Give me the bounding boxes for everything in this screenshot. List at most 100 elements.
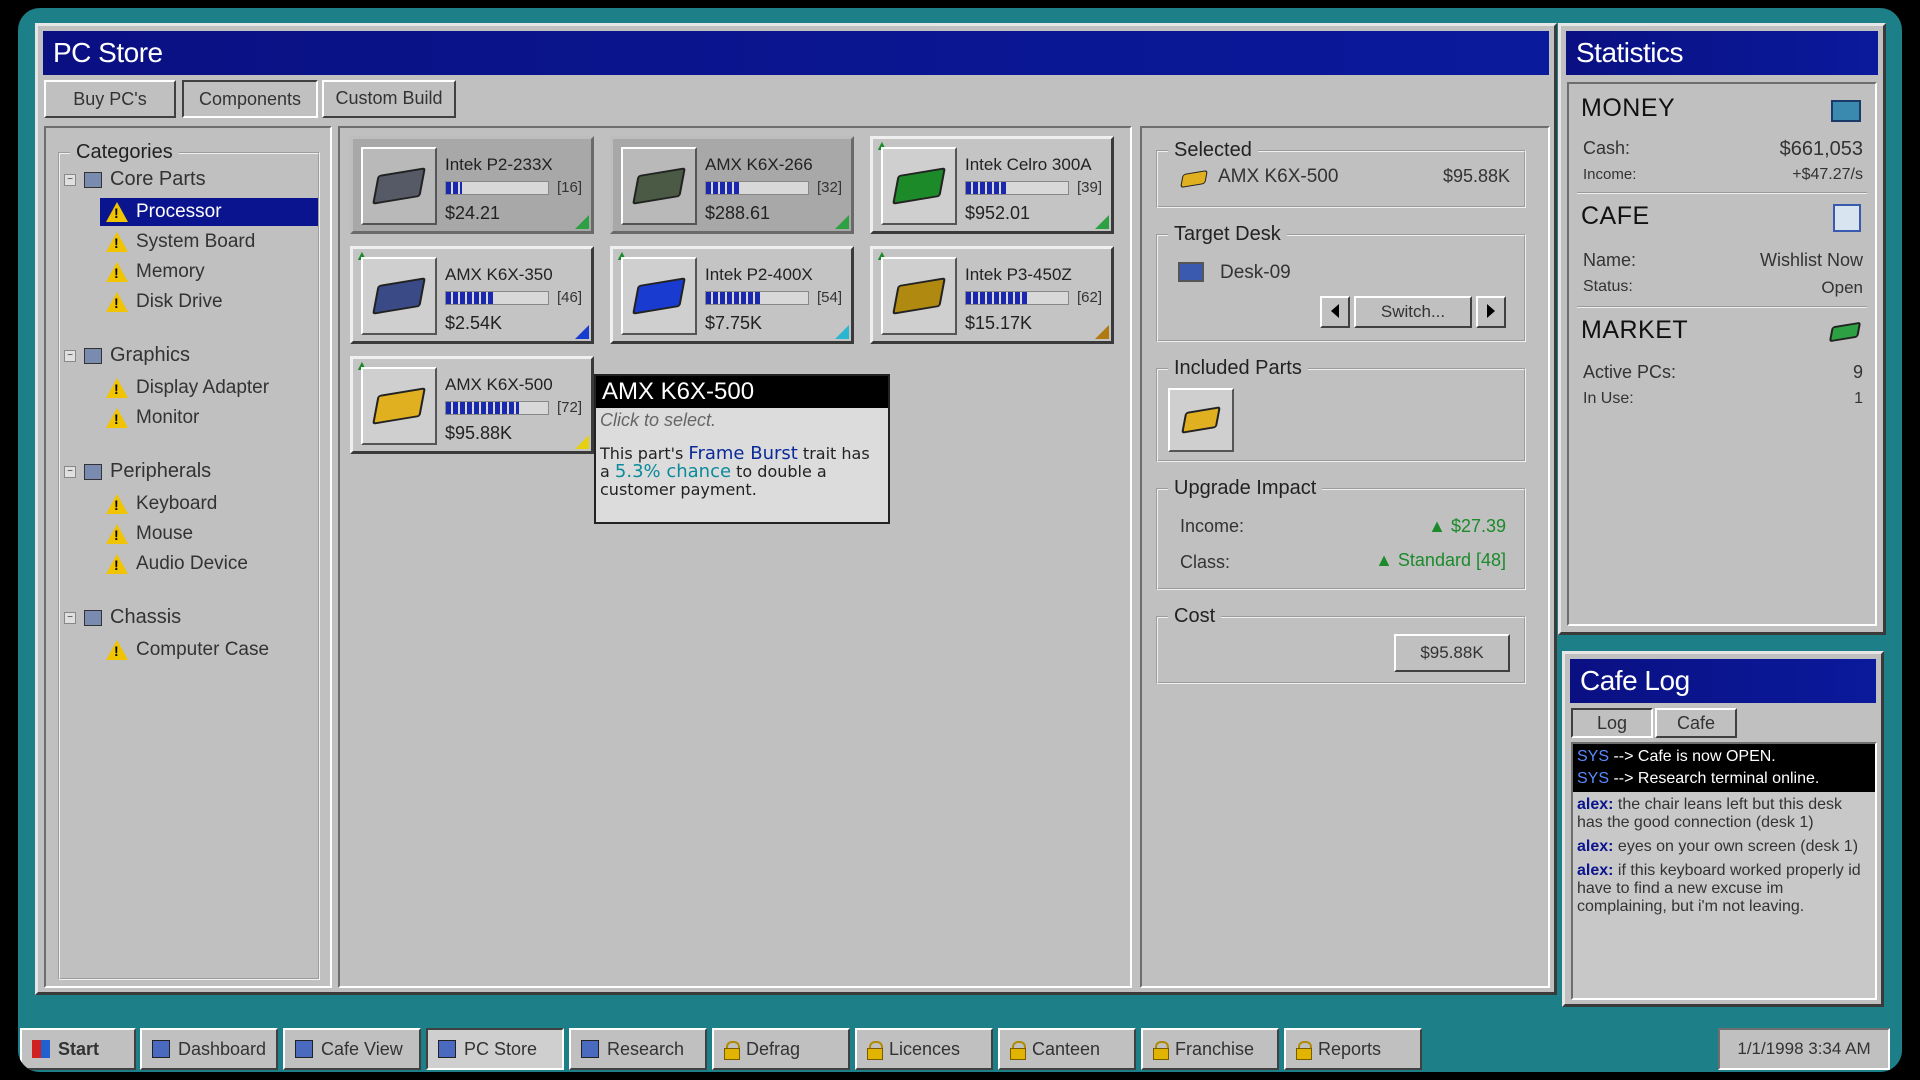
upgrade-impact-group: Upgrade Impact Income: ▲ $27.39 Class: ▲… xyxy=(1156,477,1526,590)
taskbar-licences[interactable]: Licences xyxy=(855,1028,993,1070)
statistics-titlebar: Statistics xyxy=(1566,31,1878,75)
taskbar-research[interactable]: Research xyxy=(569,1028,707,1070)
subcategory-disk-drive[interactable]: Disk Drive xyxy=(100,288,229,316)
tab-components[interactable]: Components xyxy=(182,80,318,118)
taskbar-label: Cafe View xyxy=(321,1038,403,1059)
taskbar-pc-store[interactable]: PC Store xyxy=(426,1028,564,1070)
subcategory-processor[interactable]: Processor xyxy=(100,198,318,226)
part-card[interactable]: ▲ Intek P3-450Z [62] $15.17K xyxy=(870,246,1114,344)
income-change: ▲ $27.39 xyxy=(1428,516,1506,536)
start-button[interactable]: Start xyxy=(20,1028,136,1070)
category-icon xyxy=(84,609,102,626)
included-parts-group: Included Parts xyxy=(1156,357,1526,462)
taskbar-canteen[interactable]: Canteen xyxy=(998,1028,1136,1070)
tooltip-title: AMX K6X-500 xyxy=(596,376,888,408)
included-part-slot[interactable] xyxy=(1168,388,1234,452)
part-tier: [32] xyxy=(817,179,843,196)
rarity-corner xyxy=(1095,215,1109,229)
subcategory-display-adapter[interactable]: Display Adapter xyxy=(100,374,275,402)
collapse-icon[interactable]: − xyxy=(64,349,76,362)
subcategory-label: Mouse xyxy=(136,523,194,544)
part-tooltip: AMX K6X-500 Click to select. This part's… xyxy=(594,374,890,524)
income-stat-value: +$47.27/s xyxy=(1792,166,1863,183)
part-card[interactable]: ▲ Intek P2-400X [54] $7.75K xyxy=(610,246,854,344)
class-change: ▲ Standard [48] xyxy=(1375,550,1506,570)
app-icon xyxy=(152,1040,170,1058)
cafe-status-value: Open xyxy=(1821,278,1863,297)
target-desk-group: Target Desk Desk-09 Switch... xyxy=(1156,223,1526,342)
tab-cafe[interactable]: Cafe xyxy=(1655,708,1737,738)
part-card[interactable]: ▲ AMX K6X-350 [46] $2.54K xyxy=(350,246,594,344)
collapse-icon[interactable]: − xyxy=(64,173,76,186)
subcategory-keyboard[interactable]: Keyboard xyxy=(100,490,223,518)
cost-group: Cost $95.88K xyxy=(1156,605,1526,684)
collapse-icon[interactable]: − xyxy=(64,611,76,624)
subcategory-monitor[interactable]: Monitor xyxy=(100,404,205,432)
subcategory-label: Disk Drive xyxy=(136,291,223,312)
part-tier-bar xyxy=(445,401,549,415)
part-thumbnail xyxy=(881,147,957,225)
rarity-corner xyxy=(835,325,849,339)
subcategory-label: Computer Case xyxy=(136,639,270,660)
category-label: Chassis xyxy=(110,606,182,628)
part-tier: [16] xyxy=(557,179,583,196)
warning-icon xyxy=(106,378,128,398)
subcategory-label: Monitor xyxy=(136,407,200,428)
tooltip-text: This part's Frame Burst trait has a 5.3%… xyxy=(600,443,870,499)
category-label: Graphics xyxy=(110,344,191,366)
chat-user: alex: xyxy=(1577,838,1614,855)
part-card[interactable]: ▲ Intek Celro 300A [39] $952.01 xyxy=(870,136,1114,234)
subcategory-system-board[interactable]: System Board xyxy=(100,228,261,256)
warning-icon xyxy=(106,262,128,282)
subcategory-mouse[interactable]: Mouse xyxy=(100,520,199,548)
taskbar-defrag[interactable]: Defrag xyxy=(712,1028,850,1070)
selected-part-name: AMX K6X-500 xyxy=(1218,166,1339,187)
category-graphics[interactable]: − Graphics xyxy=(64,344,190,367)
tab-buy-pcs[interactable]: Buy PC's xyxy=(44,80,176,118)
category-peripherals[interactable]: − Peripherals xyxy=(64,460,211,483)
part-card[interactable]: ▲ AMX K6X-500 [72] $95.88K xyxy=(350,356,594,454)
switch-desk-button[interactable]: Switch... xyxy=(1354,296,1472,328)
tab-custom-build[interactable]: Custom Build xyxy=(322,80,456,118)
category-core-parts[interactable]: − Core Parts xyxy=(64,168,206,191)
in-use-label: In Use: xyxy=(1583,390,1634,407)
taskbar-reports[interactable]: Reports xyxy=(1284,1028,1422,1070)
arrow-right-icon xyxy=(1487,304,1495,318)
chat-log-line: alex: the chair leans left but this desk… xyxy=(1577,796,1871,832)
part-thumbnail xyxy=(361,147,437,225)
subcategory-computer-case[interactable]: Computer Case xyxy=(100,636,275,664)
subcategory-memory[interactable]: Memory xyxy=(100,258,211,286)
taskbar-franchise[interactable]: Franchise xyxy=(1141,1028,1279,1070)
class-label: Class: xyxy=(1180,552,1231,572)
active-pcs-label: Active PCs: xyxy=(1583,362,1677,382)
sys-text: --> Research terminal online. xyxy=(1609,770,1820,787)
desk-name: Desk-09 xyxy=(1220,262,1291,283)
category-icon xyxy=(84,347,102,364)
subcategory-label: Memory xyxy=(136,261,205,282)
category-label: Core Parts xyxy=(110,168,206,190)
taskbar-label: Research xyxy=(607,1038,685,1059)
collapse-icon[interactable]: − xyxy=(64,465,76,478)
system-log-line: SYS --> Research terminal online. xyxy=(1573,768,1875,790)
cafe-log-titlebar: Cafe Log xyxy=(1570,659,1876,703)
warning-icon xyxy=(106,524,128,544)
part-price: $2.54K xyxy=(445,313,503,333)
lock-icon xyxy=(1153,1041,1169,1060)
lock-icon xyxy=(867,1041,883,1060)
taskbar-dashboard[interactable]: Dashboard xyxy=(140,1028,278,1070)
next-desk-button[interactable] xyxy=(1476,296,1506,328)
taskbar-label: Licences xyxy=(889,1038,961,1059)
part-card[interactable]: Intek P2-233X [16] $24.21 xyxy=(350,136,594,234)
tab-log[interactable]: Log xyxy=(1571,708,1653,738)
taskbar-cafe-view[interactable]: Cafe View xyxy=(283,1028,421,1070)
taskbar-label: Reports xyxy=(1318,1038,1382,1059)
chat-text: the chair leans left but this desk has t… xyxy=(1577,796,1843,831)
warning-icon xyxy=(106,640,128,660)
cpu-chip-icon xyxy=(372,167,426,205)
subcategory-audio-device[interactable]: Audio Device xyxy=(100,550,254,578)
desk-computer-icon xyxy=(1178,262,1204,282)
prev-desk-button[interactable] xyxy=(1320,296,1350,328)
buy-cost-button[interactable]: $95.88K xyxy=(1394,634,1510,672)
part-card[interactable]: AMX K6X-266 [32] $288.61 xyxy=(610,136,854,234)
category-chassis[interactable]: − Chassis xyxy=(64,606,181,629)
